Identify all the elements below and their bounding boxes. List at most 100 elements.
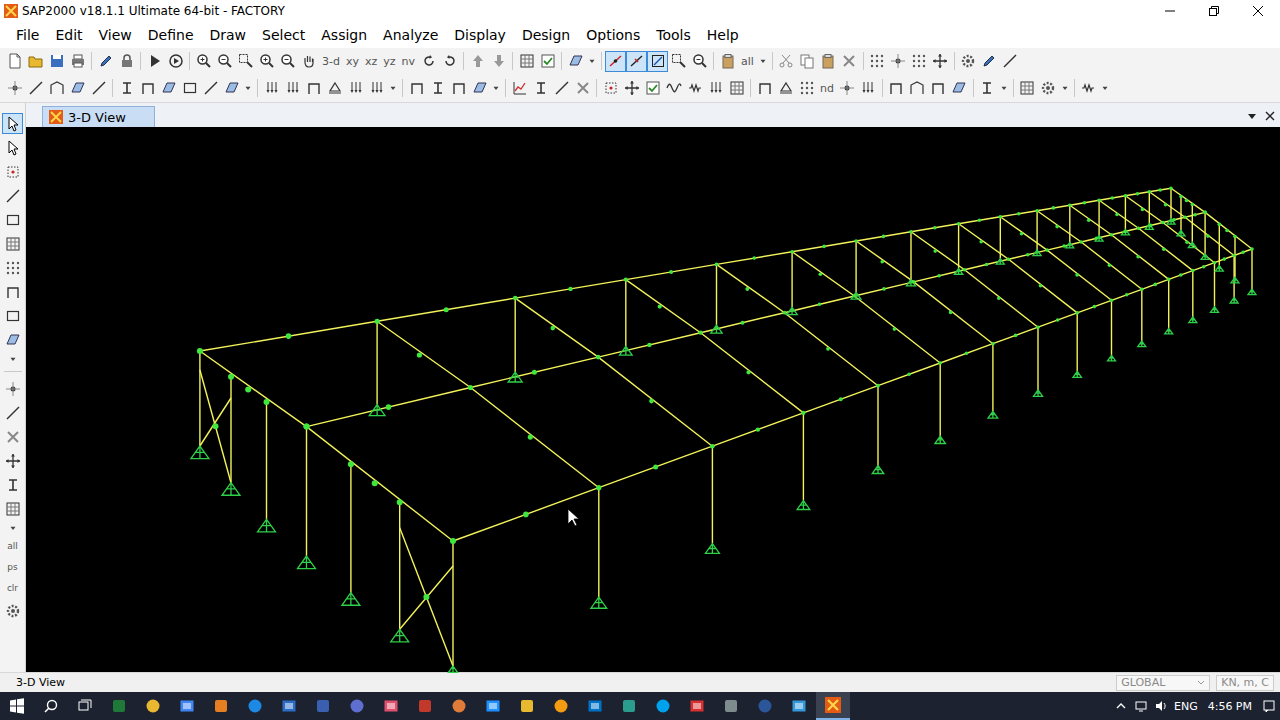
frame-member[interactable] [1111,235,1168,280]
pin-support-icon[interactable] [342,593,360,606]
menu-item[interactable]: View [91,25,140,45]
frame-member[interactable] [1125,196,1126,230]
toolbar-button[interactable] [158,78,179,99]
taskbar-app-button[interactable] [578,692,612,720]
toolbar-button[interactable] [839,51,860,72]
joint[interactable] [1233,235,1237,239]
toolbar-button[interactable] [427,78,448,99]
frame-member[interactable] [377,321,470,387]
toolbar-button[interactable] [2,161,23,182]
joint[interactable] [937,274,941,278]
joint[interactable] [853,294,857,298]
frame-member[interactable] [599,446,713,488]
toolbar-text-button[interactable]: yz [380,51,398,72]
frame-member[interactable] [515,298,516,372]
toolbar-button[interactable] [717,51,738,72]
toolbar-button[interactable] [324,78,345,99]
joint[interactable] [745,287,749,291]
frame-member[interactable] [1215,256,1235,263]
toolbar-button[interactable] [221,78,242,99]
frame-member[interactable] [471,388,599,488]
joint[interactable] [1111,196,1115,200]
frame-member[interactable] [854,296,940,363]
view-tab[interactable]: 3-D View [42,106,155,127]
input-language[interactable]: ENG [1174,700,1198,713]
start-button[interactable] [0,692,34,720]
structure-model[interactable] [26,127,1280,673]
joint[interactable] [715,263,719,267]
volume-button[interactable] [1154,699,1168,713]
toolbar-button[interactable] [2,450,23,471]
joint[interactable] [1213,261,1217,265]
close-view-button[interactable] [1262,105,1278,127]
joint[interactable] [985,263,989,267]
menu-item[interactable]: Edit [47,25,90,45]
joint[interactable] [1108,264,1112,268]
snap-toggle-button[interactable] [605,51,626,72]
task-view-button[interactable] [68,692,102,720]
toolbar-button[interactable] [2,498,23,519]
frame-member[interactable] [515,280,626,299]
restore-button[interactable] [1192,0,1236,22]
joint[interactable] [286,333,292,339]
joint[interactable] [264,399,270,405]
pin-support-icon[interactable] [369,405,385,416]
joint[interactable] [1225,229,1229,233]
toolbar-button[interactable] [551,78,572,99]
joint[interactable] [1167,278,1171,282]
frame-member[interactable] [1111,228,1138,234]
joint[interactable] [1055,225,1059,229]
dropdown-button[interactable] [490,78,502,99]
joint[interactable] [1172,218,1176,222]
frame-member[interactable] [1251,249,1252,289]
joint[interactable] [991,342,995,346]
taskbar-app-button[interactable] [170,692,204,720]
taskbar-app-button[interactable] [510,692,544,720]
toolbar-button[interactable] [888,51,909,72]
toolbar-button[interactable] [928,78,949,99]
toolbar-button[interactable] [256,51,277,72]
joint[interactable] [1068,203,1072,207]
frame-member[interactable] [1204,212,1205,253]
joint[interactable] [450,538,456,544]
toolbar-button[interactable] [726,78,747,99]
joint[interactable] [468,385,473,390]
toolbar-button[interactable] [67,78,88,99]
toolbar-button[interactable] [2,402,23,423]
frame-member[interactable] [1036,211,1037,250]
frame-member[interactable] [1163,223,1215,263]
joint[interactable] [653,465,658,470]
toolbar-button[interactable] [754,78,775,99]
frame-member[interactable] [856,232,911,241]
frame-member[interactable] [625,280,626,347]
frame-member[interactable] [911,232,965,270]
frame-member[interactable] [199,351,200,446]
toolbar-button[interactable] [88,78,109,99]
toolbar-button[interactable] [949,78,970,99]
joint[interactable] [1083,201,1087,205]
toolbar-button[interactable] [530,78,551,99]
toolbar-button[interactable] [600,78,621,99]
taskbar-app-button[interactable] [612,692,646,720]
frame-member[interactable] [1081,242,1142,289]
toolbar-button[interactable] [2,329,23,350]
toolbar-button[interactable] [261,78,282,99]
toolbar-button[interactable] [2,426,23,447]
frame-member[interactable] [1009,259,1078,313]
joint[interactable] [213,423,219,429]
snap-toggle-button[interactable] [626,51,647,72]
joint[interactable] [1161,221,1165,225]
frame-member[interactable] [792,241,856,252]
taskbar-app-button[interactable] [306,692,340,720]
joint[interactable] [348,461,354,467]
pin-support-icon[interactable] [1034,390,1043,396]
toolbar-text-button[interactable]: nv [399,51,418,72]
frame-member[interactable] [1038,313,1077,327]
taskbar-app-button[interactable] [340,692,374,720]
menu-item[interactable]: Analyze [375,25,446,45]
pin-support-icon[interactable] [988,411,998,418]
frame-member[interactable] [1037,211,1081,242]
joint[interactable] [978,219,982,223]
toolbar-button[interactable] [2,233,23,254]
toolbar-button[interactable] [235,51,256,72]
